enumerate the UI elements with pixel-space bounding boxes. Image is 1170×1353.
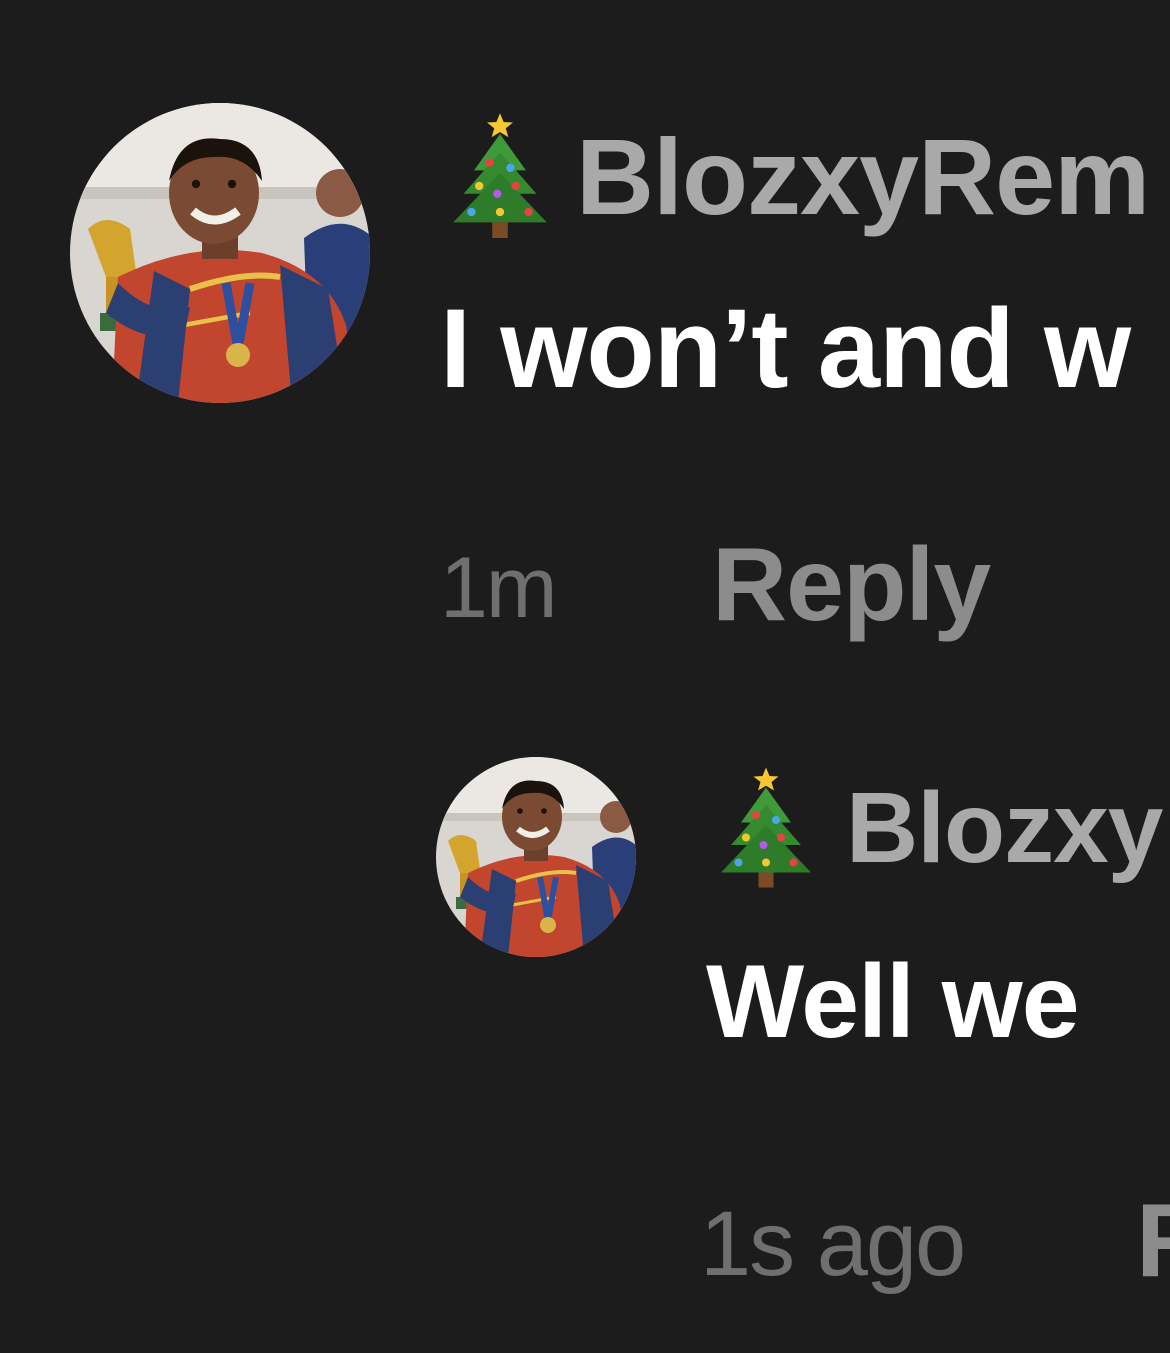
comment-thread: BlozxyRem I won’t and w 1m Reply Blozxy … (0, 0, 1170, 1353)
reply-button[interactable]: Reply (712, 526, 991, 644)
comment-username[interactable]: BlozxyRem (576, 117, 1150, 237)
comment-text: I won’t and w (440, 286, 1131, 411)
avatar[interactable] (70, 103, 370, 403)
avatar[interactable] (436, 757, 636, 957)
reply-button[interactable]: R (1136, 1182, 1170, 1300)
reply-timestamp: 1s ago (700, 1193, 966, 1295)
christmas-tree-icon (448, 105, 552, 241)
reply-text: Well we (706, 944, 1080, 1060)
reply-username[interactable]: Blozxy (846, 772, 1163, 884)
user-avatar-photo (436, 757, 636, 957)
christmas-tree-icon (716, 760, 816, 890)
comment-timestamp: 1m (440, 540, 557, 636)
user-avatar-photo (70, 103, 370, 403)
